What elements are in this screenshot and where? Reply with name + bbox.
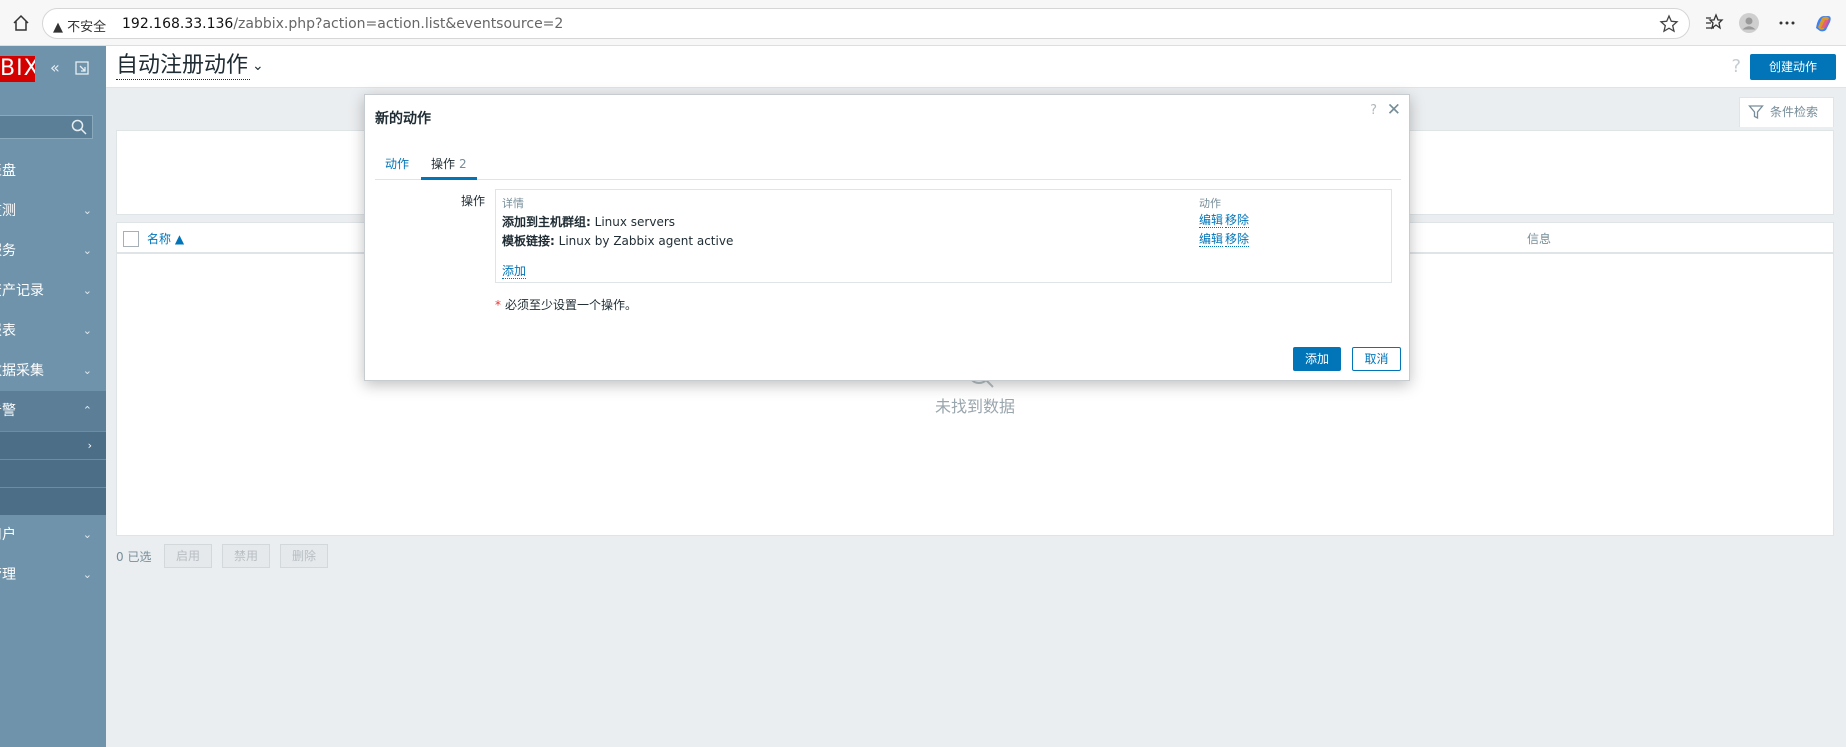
dialog-tabs: 动作 操作 2 — [375, 151, 1401, 180]
search-icon[interactable] — [70, 118, 88, 136]
collapse-sidebar-icon[interactable]: « — [50, 58, 68, 78]
dialog-title: 新的动作 — [375, 111, 431, 127]
sidebar-item-administration[interactable]: 管理⌄ — [0, 555, 106, 595]
operation-row: 添加到主机群组: Linux servers — [502, 215, 676, 229]
tab-operations[interactable]: 操作 2 — [421, 151, 477, 180]
sidebar-item-services[interactable]: 服务⌄ — [0, 231, 106, 271]
sidebar-item-users[interactable]: 用户⌄ — [0, 515, 106, 555]
operations-label: 操作 — [461, 194, 486, 208]
sidebar-subitem-actions[interactable]: › — [0, 431, 106, 459]
chevron-down-icon: ⌄ — [82, 244, 92, 257]
profile-avatar-icon[interactable] — [1738, 12, 1760, 34]
url-path: /zabbix.php?action=action.list&eventsour… — [233, 16, 564, 32]
edit-operation-link[interactable]: 编辑 — [1199, 232, 1224, 247]
tab-action[interactable]: 动作 — [375, 151, 419, 180]
sidebar-item-dashboards[interactable]: 表盘 — [0, 151, 106, 191]
no-data-text: 未找到数据 — [934, 397, 1015, 416]
chevron-down-icon: ⌄ — [82, 324, 92, 337]
sidebar-subitem-scripts[interactable] — [0, 487, 106, 515]
kiosk-mode-icon[interactable] — [74, 60, 90, 76]
sidebar-item-alerts[interactable]: 告警⌃ — [0, 391, 106, 431]
zabbix-logo[interactable]: BIX — [0, 56, 35, 82]
favorite-star-icon[interactable] — [1659, 14, 1679, 34]
browser-toolbar: ▲ 不安全 192.168.33.136/zabbix.php?action=a… — [0, 0, 1846, 46]
delete-button[interactable]: 删除 — [280, 544, 328, 568]
url-host: 192.168.33.136 — [122, 16, 234, 32]
filter-icon — [1748, 105, 1764, 120]
remove-operation-link[interactable]: 移除 — [1225, 232, 1250, 247]
enable-button[interactable]: 启用 — [164, 544, 212, 568]
required-note: * 必须至少设置一个操作。 — [495, 298, 638, 312]
sidebar-item-monitoring[interactable]: 监测⌄ — [0, 191, 106, 231]
remove-operation-link[interactable]: 移除 — [1225, 213, 1250, 228]
favorites-list-icon[interactable] — [1702, 12, 1724, 34]
edit-operation-link[interactable]: 编辑 — [1199, 213, 1224, 228]
sidebar-search-input[interactable] — [0, 115, 93, 139]
page-header: 自动注册动作 ⌄ ? 创建动作 — [106, 46, 1846, 88]
chevron-right-icon: › — [87, 439, 92, 452]
filter-tab-label: 条件检索 — [1770, 105, 1819, 119]
ops-header-action: 动作 — [1199, 197, 1221, 210]
address-bar[interactable]: ▲ 不安全 192.168.33.136/zabbix.php?action=a… — [42, 8, 1690, 39]
filter-tab[interactable]: 条件检索 — [1739, 97, 1834, 127]
sidebar-subitem-media-types[interactable] — [0, 459, 106, 487]
help-icon[interactable]: ? — [1731, 56, 1741, 77]
title-dropdown-chevron-icon[interactable]: ⌄ — [252, 58, 264, 74]
add-button[interactable]: 添加 — [1293, 347, 1341, 371]
page-title[interactable]: 自动注册动作 — [116, 53, 251, 80]
chevron-down-icon: ⌄ — [82, 528, 92, 541]
chevron-down-icon: ⌄ — [82, 284, 92, 297]
more-menu-icon[interactable] — [1776, 12, 1798, 34]
sidebar-item-data-collection[interactable]: 数据采集⌄ — [0, 351, 106, 391]
ops-header-details: 详情 — [502, 197, 524, 210]
sidebar-item-inventory[interactable]: 资产记录⌄ — [0, 271, 106, 311]
selected-count: 0 已选 — [116, 550, 152, 564]
close-icon[interactable]: ✕ — [1387, 100, 1401, 120]
add-operation-link[interactable]: 添加 — [502, 264, 527, 279]
security-label: 不安全 — [67, 20, 107, 35]
chevron-up-icon: ⌃ — [82, 404, 92, 417]
disable-button[interactable]: 禁用 — [222, 544, 270, 568]
security-warning[interactable]: ▲ 不安全 — [53, 16, 106, 35]
home-icon[interactable] — [10, 12, 32, 34]
chevron-down-icon: ⌄ — [82, 364, 92, 377]
new-action-dialog: 新的动作 ? ✕ 动作 操作 2 操作 详情 动作 添加到主机群组: Linux … — [364, 94, 1410, 381]
tab-operations-count: 2 — [459, 157, 467, 171]
chevron-down-icon: ⌄ — [82, 204, 92, 217]
dialog-help-icon[interactable]: ? — [1370, 103, 1377, 118]
url-text[interactable]: 192.168.33.136/zabbix.php?action=action.… — [122, 16, 563, 32]
operation-row: 模板链接: Linux by Zabbix agent active — [502, 234, 734, 248]
operations-table: 详情 动作 添加到主机群组: Linux servers 编辑 移除 模板链接:… — [495, 189, 1392, 283]
required-star: * — [495, 298, 501, 312]
cancel-button[interactable]: 取消 — [1352, 347, 1401, 371]
copilot-icon[interactable] — [1812, 12, 1834, 34]
sidebar-item-reports[interactable]: 报表⌄ — [0, 311, 106, 351]
create-action-button[interactable]: 创建动作 — [1750, 54, 1836, 80]
column-info-header: 信息 — [1527, 232, 1552, 246]
column-name-header[interactable]: 名称 ▲ — [147, 230, 184, 247]
select-all-checkbox[interactable] — [123, 231, 139, 247]
sidebar: BIX « 表盘 监测⌄ 服务⌄ 资产记录⌄ 报表⌄ 数据采集⌄ 告警⌃ › 用… — [0, 46, 106, 747]
chevron-down-icon: ⌄ — [82, 568, 92, 581]
